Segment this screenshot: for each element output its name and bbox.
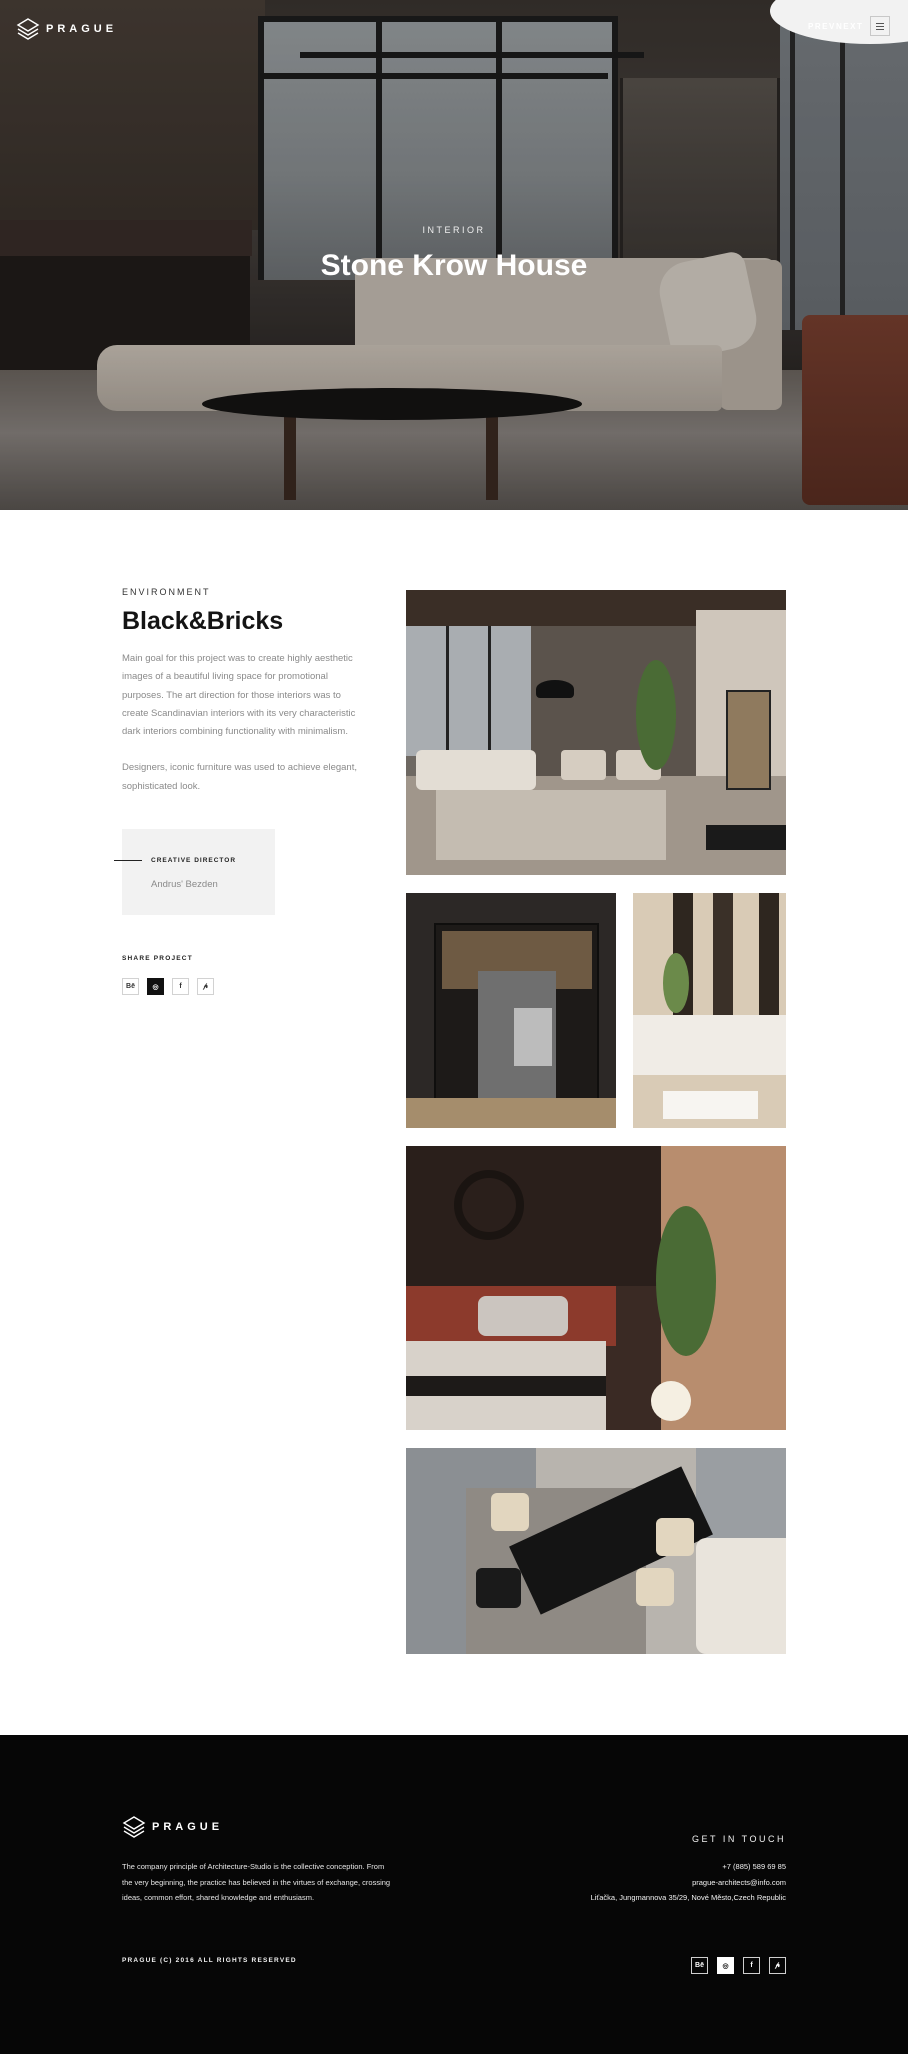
section-title: Black&Bricks	[122, 607, 284, 635]
bedroom-photo[interactable]	[406, 1146, 786, 1430]
contact-info: +7 (885) 589 69 85 prague-architects@inf…	[591, 1859, 786, 1906]
copyright-text: PRAGUE (C) 2016 ALL RIGHTS RESERVED	[122, 1957, 297, 1964]
photo-round-mirror	[454, 1170, 524, 1240]
site-logo[interactable]: PRAGUE	[16, 17, 117, 41]
site-footer: PRAGUE The company principle of Architec…	[0, 1735, 908, 2054]
photo-mullion	[488, 626, 491, 756]
project-description: Main goal for this project was to create…	[122, 650, 357, 796]
dribbble-icon: ◎	[152, 983, 159, 991]
description-paragraph: Designers, iconic furniture was used to …	[122, 762, 357, 792]
photo-panel	[713, 893, 733, 1018]
photo-window	[406, 626, 531, 756]
facebook-icon: f	[179, 983, 182, 990]
photo-marble-counter	[633, 1015, 786, 1075]
logo-mark-icon	[16, 18, 40, 40]
logo-mark-icon	[122, 1816, 146, 1838]
photo-lamp	[536, 680, 574, 698]
contact-address: Liťačka, Jungmannova 35/29, Nové Město,C…	[590, 1893, 786, 1902]
photo-city-window	[696, 1448, 786, 1538]
prev-project-link[interactable]: PREV	[808, 22, 836, 31]
description-paragraph: Main goal for this project was to create…	[122, 653, 356, 738]
photo-headboard-wall	[406, 1146, 661, 1286]
share-dribbble-button[interactable]: ◎	[147, 978, 164, 995]
photo-oven	[514, 1008, 552, 1066]
footer-logo-text: PRAGUE	[152, 1821, 224, 1833]
credit-divider	[114, 860, 142, 861]
contact-email[interactable]: prague-architects@info.com	[591, 1875, 786, 1891]
logo-text: PRAGUE	[46, 23, 118, 35]
hero-banner: PRAGUE PREV NEXT INTERIOR Stone Krow Hou…	[0, 0, 908, 510]
living-room-photo[interactable]	[406, 590, 786, 875]
photo-console	[706, 825, 786, 850]
footer-pinterest-button[interactable]: 𝓅	[769, 1957, 786, 1974]
facebook-icon: f	[750, 1962, 753, 1969]
pinterest-icon: 𝓅	[203, 982, 208, 990]
photo-rug	[436, 790, 666, 860]
credit-box	[122, 829, 275, 915]
photo-chair	[636, 1568, 674, 1606]
section-label: ENVIRONMENT	[122, 587, 211, 597]
photo-chair	[656, 1518, 694, 1556]
dribbble-icon: ◎	[722, 1962, 729, 1970]
project-category: INTERIOR	[422, 225, 486, 235]
photo-mullion	[446, 626, 449, 756]
contact-title: GET IN TOUCH	[691, 1834, 786, 1844]
photo-plant	[656, 1206, 716, 1356]
photo-blanket	[406, 1376, 606, 1396]
dining-room-photo[interactable]	[406, 1448, 786, 1654]
photo-floor	[406, 1098, 616, 1128]
footer-dribbble-button[interactable]: ◎	[717, 1957, 734, 1974]
photo-globe-lamp	[651, 1381, 691, 1421]
photo-plant	[636, 660, 676, 770]
pinterest-icon: 𝓅	[775, 1961, 780, 1969]
photo-sofa	[416, 750, 536, 790]
photo-chair	[476, 1568, 521, 1608]
photo-sofa	[696, 1538, 786, 1654]
photo-chair	[561, 750, 606, 780]
photo-art	[726, 690, 771, 790]
credit-name: Andrus' Bezden	[151, 879, 218, 890]
footer-social-icons: Bē ◎ f 𝓅	[691, 1957, 786, 1974]
behance-icon: Bē	[695, 1962, 704, 1969]
hamburger-line	[876, 28, 884, 30]
kitchen-photo[interactable]	[406, 893, 616, 1128]
hamburger-icon	[876, 22, 884, 24]
next-project-link[interactable]: NEXT	[836, 22, 863, 31]
contact-phone[interactable]: +7 (885) 589 69 85	[591, 1859, 786, 1875]
share-pinterest-button[interactable]: 𝓅	[197, 978, 214, 995]
footer-about-text: The company principle of Architecture-St…	[122, 1862, 391, 1902]
photo-pillow	[478, 1296, 568, 1336]
share-icons: Bē ◎ f 𝓅	[122, 978, 214, 995]
bathroom-photo[interactable]	[633, 893, 786, 1128]
footer-facebook-button[interactable]: f	[743, 1957, 760, 1974]
credit-role: CREATIVE DIRECTOR	[151, 857, 237, 864]
project-title: Stone Krow House	[320, 249, 588, 282]
photo-tub	[663, 1091, 758, 1119]
photo-plant	[663, 953, 689, 1013]
share-label: SHARE PROJECT	[122, 955, 193, 962]
hamburger-line	[876, 25, 884, 27]
share-behance-button[interactable]: Bē	[122, 978, 139, 995]
photo-chair	[491, 1493, 529, 1531]
behance-icon: Bē	[126, 983, 135, 990]
hamburger-menu-button[interactable]	[870, 16, 890, 36]
share-facebook-button[interactable]: f	[172, 978, 189, 995]
footer-logo[interactable]: PRAGUE	[122, 1815, 223, 1839]
footer-behance-button[interactable]: Bē	[691, 1957, 708, 1974]
photo-panel	[759, 893, 779, 1018]
